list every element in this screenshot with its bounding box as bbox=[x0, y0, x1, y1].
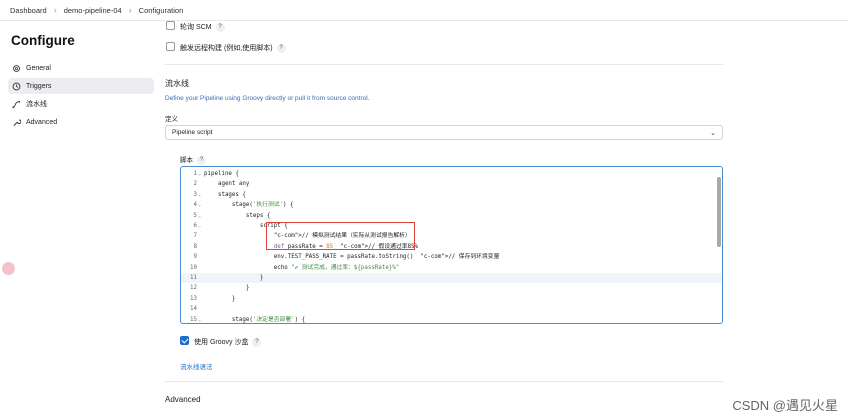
breadcrumb-separator-icon: › bbox=[53, 5, 57, 15]
line-number: 2 bbox=[193, 181, 198, 188]
script-label: 脚本? bbox=[180, 154, 206, 165]
editor-scrollbar[interactable] bbox=[717, 177, 721, 247]
code-line[interactable]: 13 } bbox=[181, 294, 722, 304]
pipeline-icon bbox=[12, 100, 21, 108]
fold-chevron-icon[interactable]: ⌄ bbox=[198, 190, 201, 200]
chevron-down-icon: ⌄ bbox=[710, 130, 716, 137]
watermark: CSDN @遇见火星 bbox=[732, 398, 838, 413]
breadcrumb-separator-icon: › bbox=[128, 5, 132, 15]
line-number: 11 bbox=[190, 275, 197, 281]
code-text: } bbox=[204, 275, 264, 281]
definition-select-value: Pipeline script bbox=[172, 129, 213, 136]
line-number: 13 bbox=[190, 295, 197, 302]
code-line[interactable]: 3 ⌄ stages { bbox=[181, 190, 722, 200]
line-number: 9 bbox=[193, 254, 198, 261]
fold-chevron-icon[interactable]: ⌄ bbox=[198, 200, 201, 210]
line-number: 7 bbox=[193, 233, 198, 240]
code-line[interactable]: 4 ⌄ stage('执行测试') { bbox=[181, 200, 722, 210]
remote-build-checkbox[interactable] bbox=[166, 42, 175, 51]
floating-assistant-icon[interactable] bbox=[2, 262, 15, 275]
sidebar-item-label: Advanced bbox=[26, 118, 58, 126]
section-divider bbox=[165, 381, 723, 382]
code-text: } bbox=[204, 295, 236, 302]
code-text: agent any bbox=[204, 181, 250, 188]
breadcrumb: Dashboard › demo-pipeline-04 › Configura… bbox=[0, 0, 848, 21]
fold-chevron-icon[interactable]: ⌄ bbox=[198, 221, 201, 231]
sidebar-item-pipeline[interactable]: 流水线 bbox=[8, 96, 154, 112]
advanced-heading: Advanced bbox=[165, 395, 201, 404]
page-title: Configure bbox=[11, 33, 75, 48]
groovy-sandbox-label: 使用 Groovy 沙盒? bbox=[194, 337, 262, 347]
line-number: 10 bbox=[190, 264, 197, 271]
section-divider bbox=[165, 64, 723, 65]
code-line[interactable]: 8 def passRate = 85 "c-com">// 假设通过率85% bbox=[181, 242, 722, 252]
sidebar-item-general[interactable]: General bbox=[8, 60, 154, 76]
code-text: } bbox=[204, 285, 250, 292]
help-icon[interactable]: ? bbox=[197, 155, 206, 165]
code-line[interactable]: 9 env.TEST_PASS_RATE = passRate.toString… bbox=[181, 252, 722, 262]
gear-icon bbox=[13, 64, 20, 72]
line-number: 8 bbox=[193, 243, 198, 250]
poll-scm-checkbox[interactable] bbox=[166, 21, 175, 30]
definition-label: 定义 bbox=[165, 116, 178, 123]
code-text: stages { bbox=[204, 191, 246, 198]
fold-chevron-icon[interactable]: ⌄ bbox=[198, 211, 201, 221]
poll-scm-label: 轮询 SCM? bbox=[180, 22, 225, 32]
remote-build-label: 触发远程构建 (例如,使用脚本)? bbox=[180, 43, 286, 53]
line-number: 4 bbox=[193, 202, 198, 209]
line-number: 5 bbox=[193, 212, 198, 219]
sidebar-item-advanced[interactable]: Advanced bbox=[8, 114, 154, 130]
code-line[interactable]: 2 agent any bbox=[181, 179, 722, 189]
definition-select[interactable]: Pipeline script ⌄ bbox=[165, 125, 723, 140]
code-line[interactable]: 5 ⌄ steps { bbox=[181, 211, 722, 221]
groovy-sandbox-checkbox[interactable] bbox=[180, 336, 189, 345]
highlight-annotation-box bbox=[266, 222, 415, 250]
code-text: stage('执行测试') { bbox=[204, 202, 294, 209]
breadcrumb-job[interactable]: demo-pipeline-04 bbox=[64, 6, 122, 15]
code-text: echo "✔ 测试完成，通过率：${passRate}%" bbox=[204, 264, 400, 271]
pipeline-description: Define your Pipeline using Groovy direct… bbox=[165, 95, 370, 102]
code-text: env.TEST_PASS_RATE = passRate.toString()… bbox=[204, 254, 500, 261]
help-icon[interactable]: ? bbox=[276, 43, 286, 53]
script-editor[interactable]: 1 ⌄ pipeline {2 agent any 3 ⌄ stages {4 ⌄ sta… bbox=[180, 166, 723, 324]
sidebar-item-triggers[interactable]: Triggers bbox=[8, 78, 154, 94]
pipeline-syntax-link[interactable]: 流水线语法 bbox=[180, 361, 213, 371]
sidebar-item-label: 流水线 bbox=[26, 101, 47, 108]
clock-icon bbox=[12, 82, 21, 90]
code-line[interactable]: 6 ⌄ script { bbox=[181, 221, 722, 231]
help-icon[interactable]: ? bbox=[252, 337, 262, 347]
line-number: 14 bbox=[190, 306, 197, 313]
line-number: 6 bbox=[193, 223, 198, 229]
line-number: 15 bbox=[190, 316, 197, 323]
code-line[interactable]: 10 echo "✔ 测试完成，通过率：${passRate}%" bbox=[181, 263, 722, 273]
code-line[interactable]: 7 "c-com">// 模拟测试结果（实际从测试报告解析） bbox=[181, 231, 722, 241]
wrench-icon bbox=[13, 118, 21, 126]
code-text: stage('决定是否部署') { bbox=[204, 316, 306, 323]
line-number: 1 bbox=[193, 171, 198, 177]
code-line[interactable]: 15 ⌄ stage('决定是否部署') { bbox=[181, 315, 722, 323]
pipeline-section-title: 流水线 bbox=[165, 79, 189, 88]
fold-chevron-icon[interactable]: ⌄ bbox=[198, 315, 201, 323]
code-line[interactable]: 14 bbox=[181, 304, 722, 314]
fold-chevron-icon[interactable]: ⌄ bbox=[198, 169, 201, 179]
sidebar-item-label: General bbox=[26, 64, 51, 72]
breadcrumb-configuration[interactable]: Configuration bbox=[139, 6, 184, 15]
help-icon[interactable]: ? bbox=[215, 22, 225, 32]
breadcrumb-dashboard[interactable]: Dashboard bbox=[10, 6, 47, 15]
code-line[interactable]: 1 ⌄ pipeline { bbox=[181, 169, 722, 179]
code-text: pipeline { bbox=[204, 171, 239, 177]
line-number: 12 bbox=[190, 285, 197, 292]
code-text: steps { bbox=[204, 212, 271, 219]
code-line[interactable]: 11 } bbox=[181, 273, 722, 284]
line-number: 3 bbox=[193, 191, 198, 198]
code-line[interactable]: 12 } bbox=[181, 283, 722, 293]
sidebar-item-label: Triggers bbox=[26, 82, 52, 90]
